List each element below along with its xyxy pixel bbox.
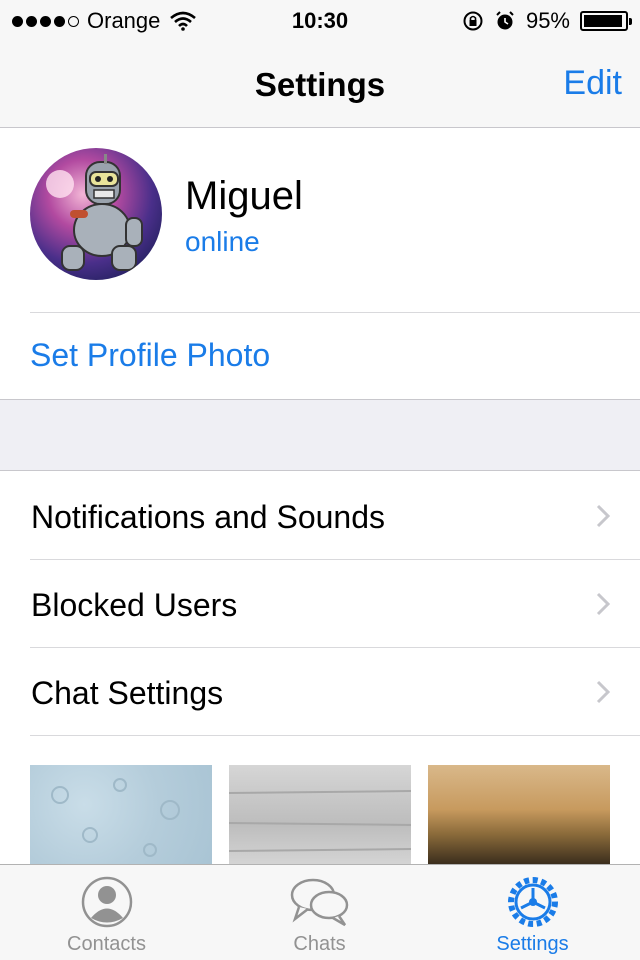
- wallpaper-strip: [0, 736, 640, 864]
- menu-item-chat-settings[interactable]: Chat Settings: [0, 648, 640, 736]
- settings-gear-icon: [507, 877, 558, 927]
- rotation-lock-icon: [463, 11, 483, 31]
- menu-item-blocked-users[interactable]: Blocked Users: [0, 560, 640, 648]
- chevron-right-icon: [596, 680, 610, 704]
- section-spacer: [0, 399, 640, 471]
- wallpaper-blurred-landscape[interactable]: [428, 765, 610, 864]
- profile-section: Miguel online: [0, 128, 640, 313]
- chevron-right-icon: [596, 504, 610, 528]
- profile-status: online: [185, 226, 260, 257]
- wallpaper-gray-wood[interactable]: [229, 765, 411, 864]
- chats-icon: [290, 878, 348, 927]
- tab-label: Settings: [496, 933, 569, 955]
- avatar[interactable]: [30, 148, 162, 280]
- status-bar: Orange 10:30 95%: [0, 0, 640, 40]
- menu-item-label: Blocked Users: [31, 587, 238, 623]
- page-title: Settings: [254, 66, 386, 103]
- tab-chats[interactable]: Chats: [213, 865, 426, 960]
- wallpaper-pattern-image: [51, 778, 180, 857]
- tab-contacts[interactable]: Contacts: [0, 865, 213, 960]
- set-profile-photo-row[interactable]: Set Profile Photo: [0, 313, 640, 399]
- navigation-bar: Settings Edit: [0, 40, 640, 128]
- chevron-right-icon: [596, 592, 610, 616]
- wallpaper-wood-image: [229, 790, 411, 852]
- battery-percent: 95%: [525, 8, 570, 33]
- wallpaper-blue-pattern[interactable]: [30, 765, 212, 864]
- tab-label: Chats: [293, 933, 346, 955]
- set-profile-photo-button[interactable]: Set Profile Photo: [30, 337, 270, 374]
- menu-item-label: Notifications and Sounds: [31, 499, 385, 535]
- edit-button[interactable]: Edit: [563, 64, 622, 103]
- contacts-icon: [81, 876, 132, 928]
- profile-name: Miguel: [185, 174, 303, 218]
- battery-fill: [584, 15, 622, 27]
- tab-label: Contacts: [67, 933, 146, 955]
- alarm-icon: [496, 11, 514, 30]
- menu-item-label: Chat Settings: [31, 675, 224, 711]
- tab-bar: Contacts Chats Settings: [0, 864, 640, 960]
- menu-item-notifications[interactable]: Notifications and Sounds: [0, 472, 640, 560]
- avatar-robot-image: [30, 148, 162, 280]
- tab-settings[interactable]: Settings: [426, 865, 640, 960]
- battery-icon: [580, 11, 632, 31]
- status-bar-right: 95%: [462, 8, 632, 34]
